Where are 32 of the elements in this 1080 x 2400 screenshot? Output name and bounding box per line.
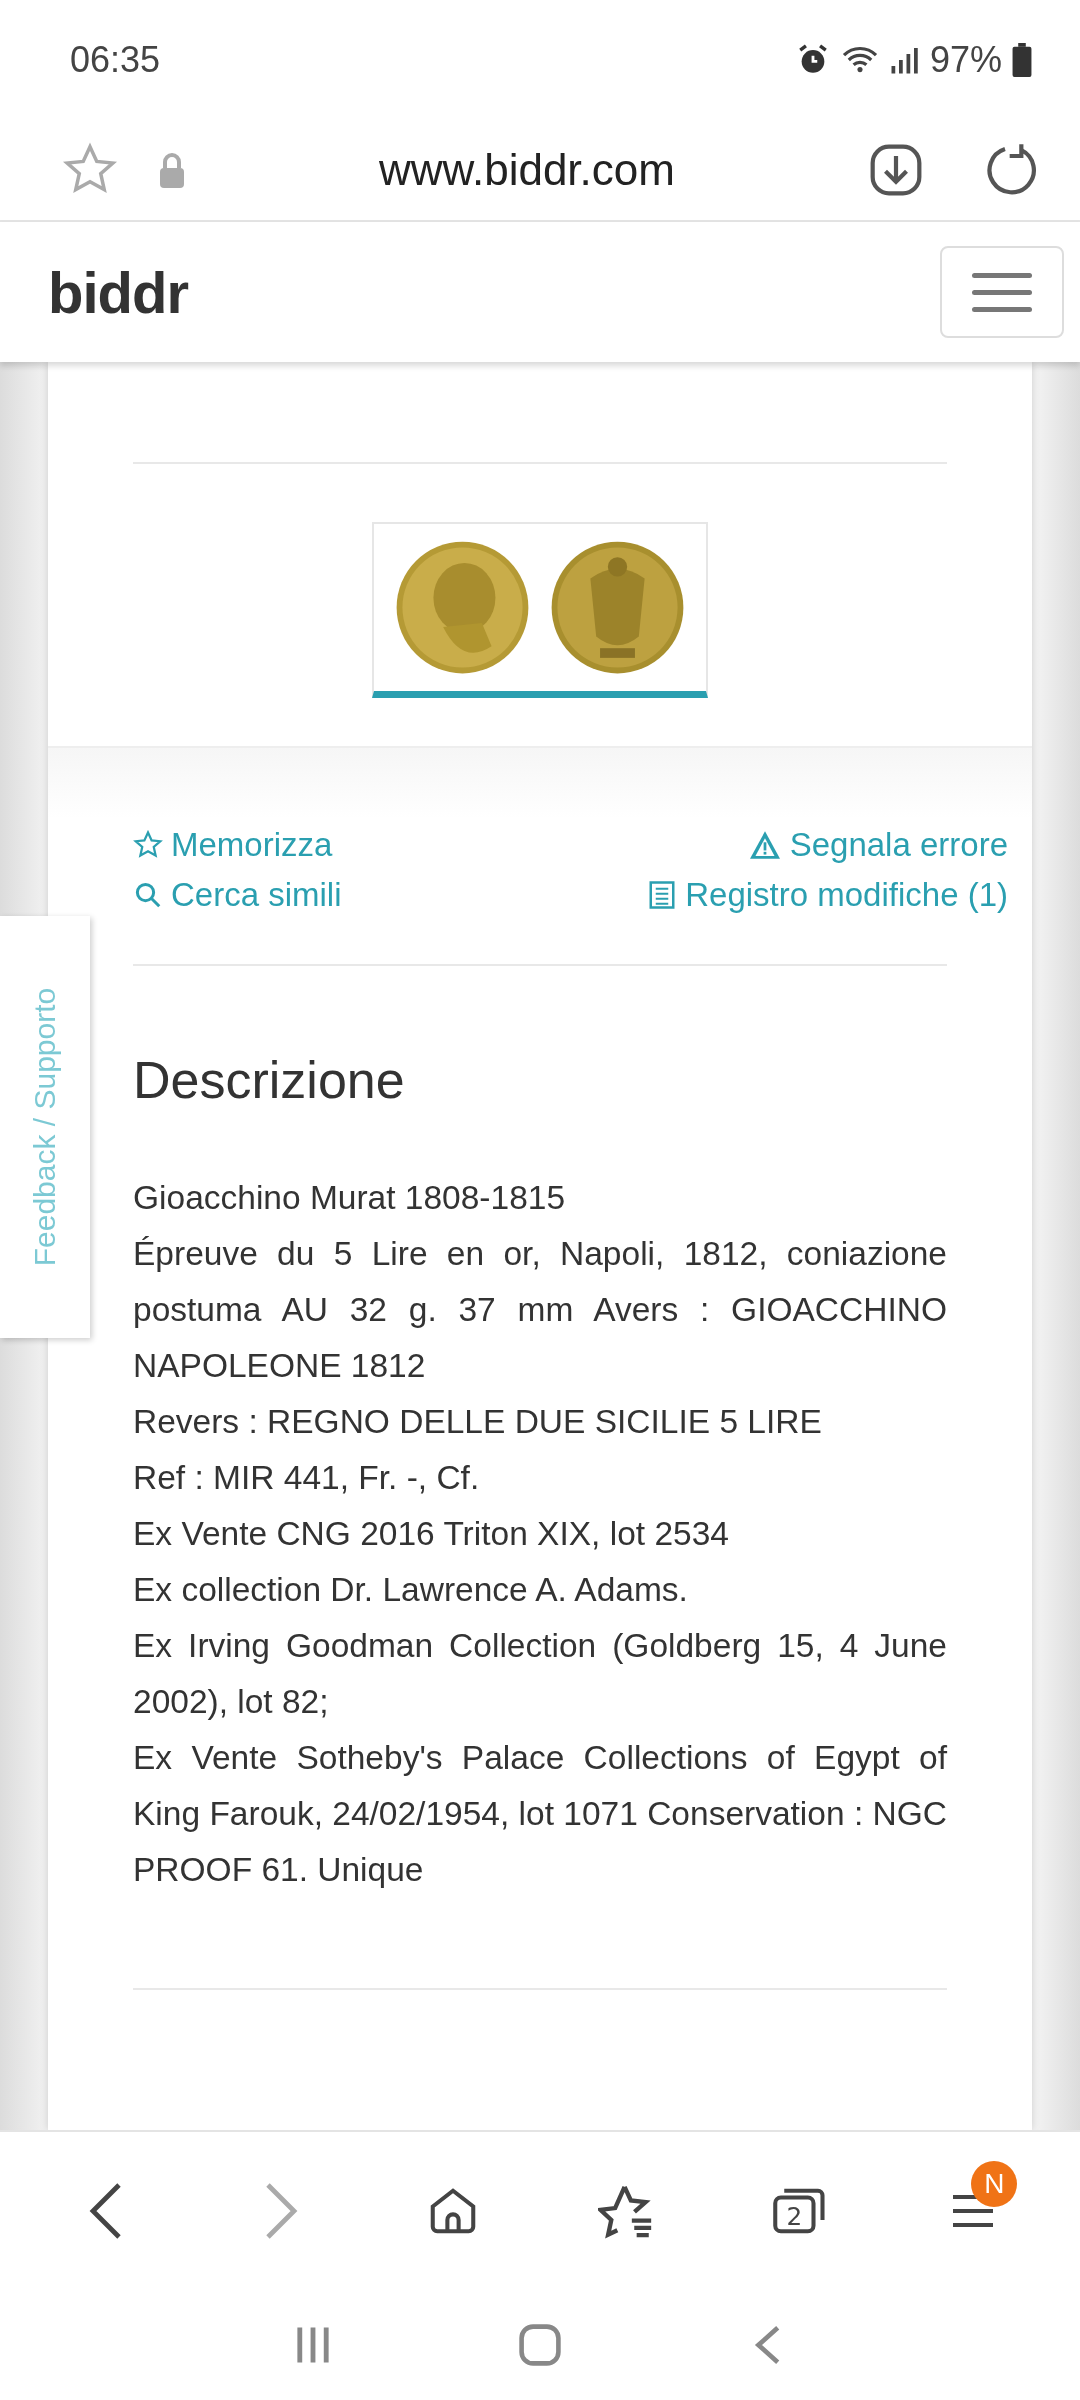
battery-percent: 97%	[929, 39, 1002, 81]
description-text: Revers : REGNO DELLE DUE SICILIE 5 LIRE	[133, 1402, 823, 1442]
description-text: Ex Vente CNG 2016 Triton XIX, lot 2534	[133, 1514, 730, 1554]
status-time: 06:35	[70, 39, 161, 81]
url-text[interactable]: www.biddr.com	[186, 145, 868, 195]
description-text: Ref : MIR 441, Fr. -, Cf.	[133, 1458, 481, 1498]
description-text: Ex collection Dr. Lawrence A. Adams.	[133, 1570, 689, 1610]
description-text: Gioacchino Murat 1808-1815	[133, 1178, 567, 1218]
home-icon	[517, 2322, 563, 2368]
star-icon	[133, 830, 163, 860]
list-icon	[647, 880, 678, 910]
coin-thumbnail[interactable]	[372, 522, 708, 698]
action-link[interactable]: Cerca simili	[133, 876, 342, 914]
feedback-tab[interactable]: Feedback / Supporto	[0, 916, 90, 1338]
download-icon[interactable]	[868, 142, 924, 198]
tabs-button[interactable]: 2	[749, 2161, 850, 2261]
action-link[interactable]: Segnala errore	[747, 826, 1008, 864]
action-link[interactable]: Memorizza	[133, 826, 333, 864]
description-text: Épreuve du 5 Lire en or, Napoli, 1812, coniazione postuma AU 32 g. 37 mm Avers : GIOACCHINO NAPOLEONE 1812	[133, 1234, 947, 1386]
site-logo[interactable]: biddr	[48, 258, 188, 326]
warning-icon	[747, 830, 782, 860]
description-text: Ex Vente Sotheby's Palace Collections of Egypt of King Farouk, 24/02/1954, lot 1071 Conservation : NGC PROOF 61. Unique	[133, 1738, 947, 1890]
menu-button[interactable]: N	[923, 2161, 1024, 2261]
lock-icon	[158, 152, 186, 188]
section-heading: Descrizione	[133, 1050, 406, 1110]
menu-button[interactable]	[940, 246, 1064, 338]
search-icon	[133, 880, 163, 910]
description-text: Ex Irving Goodman Collection (Goldberg 15, 4 June 2002), lot 82;	[133, 1626, 947, 1722]
notification-badge: N	[971, 2161, 1018, 2207]
battery-icon	[1012, 43, 1032, 77]
action-link[interactable]: Registro modifiche (1)	[647, 876, 1008, 914]
signal-icon	[889, 45, 920, 75]
